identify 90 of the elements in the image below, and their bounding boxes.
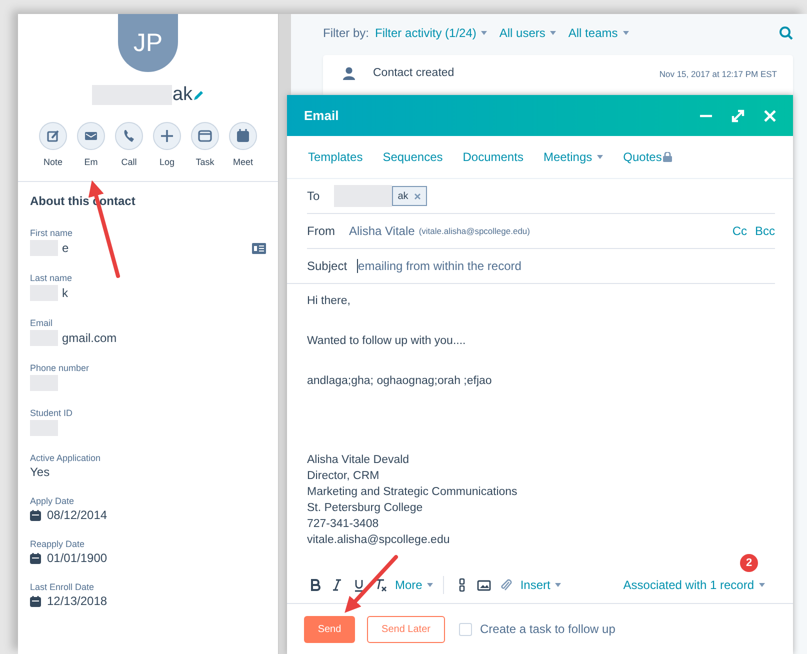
property-label: Phone number	[30, 363, 90, 373]
signature-line: 727-341-3408	[307, 517, 380, 532]
recipient-chip[interactable]: ak	[392, 186, 428, 206]
person-icon	[343, 67, 355, 80]
property-value: 08/12/2014	[47, 508, 108, 522]
property-label: First name	[30, 228, 74, 238]
calendar-icon	[30, 552, 41, 564]
signature-line: St. Petersburg College	[307, 501, 424, 516]
bcc-link[interactable]: Bcc	[754, 224, 775, 238]
field-label: To	[307, 189, 320, 203]
associations-dropdown[interactable]: Associated with 1 record	[623, 578, 765, 592]
property-label: Student ID	[30, 408, 74, 418]
send-later-button[interactable]: Send Later	[367, 616, 445, 642]
body-text: Wanted to follow up with you....	[307, 334, 467, 348]
action-label[interactable]: Call	[121, 157, 137, 167]
id-card-icon	[252, 242, 266, 254]
body-text: Hi there,	[307, 294, 352, 308]
action-button[interactable]	[191, 122, 219, 150]
plus-icon	[159, 128, 175, 144]
property-label: Last Enroll Date	[30, 582, 96, 592]
property-label: Last name	[30, 273, 74, 283]
filter-dropdown[interactable]: All users	[499, 26, 556, 40]
bold-icon	[308, 578, 322, 592]
avatar: JP	[118, 14, 178, 72]
recipient-name: ak	[398, 190, 408, 202]
task-icon	[197, 128, 213, 144]
send-button[interactable]: Send	[304, 616, 355, 642]
pencil-icon	[192, 90, 204, 100]
timeline-title: Contact created	[373, 67, 454, 79]
property-value: Yes	[30, 465, 50, 479]
sender-name: Alisha Vitale	[349, 224, 415, 238]
action-button[interactable]	[153, 122, 181, 150]
task-checkbox[interactable]	[459, 622, 472, 636]
lock-icon	[662, 152, 672, 162]
toolbar-link[interactable]: Sequences	[382, 150, 443, 164]
filter-dropdown[interactable]: All teams	[568, 26, 629, 40]
cc-link[interactable]: Cc	[732, 224, 747, 238]
action-button[interactable]	[115, 122, 143, 150]
filter-label: Filter by:	[323, 26, 370, 40]
toolbar-link[interactable]: Meetings	[543, 150, 604, 164]
italic-icon	[330, 578, 344, 592]
property-value: 01/01/1900	[47, 551, 108, 565]
count-badge: 2	[740, 554, 758, 572]
property-value: k	[62, 286, 68, 300]
attach-icon	[499, 578, 514, 592]
sender-address: (vitale.alisha@spcollege.edu)	[418, 226, 530, 236]
redaction-box	[334, 185, 392, 207]
remove-icon	[414, 192, 422, 200]
action-button[interactable]	[229, 122, 257, 150]
calendar-icon	[30, 596, 41, 606]
property-value: 12/13/2018	[47, 594, 108, 608]
action-label[interactable]: Task	[196, 157, 214, 167]
timeline-time: Nov 15, 2017 at 12:17 PM EST	[659, 69, 777, 79]
search-icon	[779, 26, 793, 40]
toolbar-link[interactable]: Documents	[462, 150, 524, 164]
checkbox-label[interactable]: Create a task to follow up	[480, 622, 616, 636]
calendar-icon	[30, 510, 41, 520]
property-value: e	[62, 241, 69, 255]
close-icon	[763, 108, 777, 122]
body-text: andlaga;gha; oghaognag;orah ;efjao	[307, 374, 493, 388]
action-button[interactable]	[77, 122, 105, 150]
action-label[interactable]: Meet	[232, 157, 253, 167]
field-label: Subject	[307, 259, 348, 273]
property-label: Reapply Date	[30, 539, 86, 549]
property-label: Email	[30, 318, 54, 328]
action-label[interactable]: Em	[84, 157, 98, 167]
subject-field[interactable]: emailing from within the record	[357, 259, 522, 273]
dialog-title: Email	[304, 108, 339, 123]
filter-dropdown[interactable]: Filter activity (1/24)	[375, 26, 488, 40]
action-button[interactable]	[39, 122, 67, 150]
action-label[interactable]: Note	[43, 157, 62, 167]
more-dropdown[interactable]: More	[395, 578, 434, 592]
field-label: From	[307, 224, 335, 238]
action-label[interactable]: Log	[159, 157, 175, 167]
contact-name: ak	[172, 84, 193, 106]
note-icon	[45, 128, 61, 144]
image-icon	[477, 578, 492, 592]
signature-line: Marketing and Strategic Communications	[307, 485, 518, 500]
property-label: Active Application	[30, 453, 102, 463]
expand-icon	[731, 108, 745, 122]
property-label: Apply Date	[30, 496, 76, 506]
insert-dropdown[interactable]: Insert	[520, 578, 562, 592]
property-value: gmail.com	[62, 331, 117, 345]
signature-line: Alisha Vitale Devald	[307, 453, 410, 468]
calendar-icon	[235, 128, 251, 144]
signature-line: vitale.alisha@spcollege.edu	[307, 533, 451, 548]
toolbar-link[interactable]: Quotes	[623, 150, 672, 164]
attach-button[interactable]	[498, 577, 514, 593]
toolbar-link[interactable]: Templates	[308, 150, 363, 164]
signature-line: Director, CRM	[307, 469, 380, 484]
